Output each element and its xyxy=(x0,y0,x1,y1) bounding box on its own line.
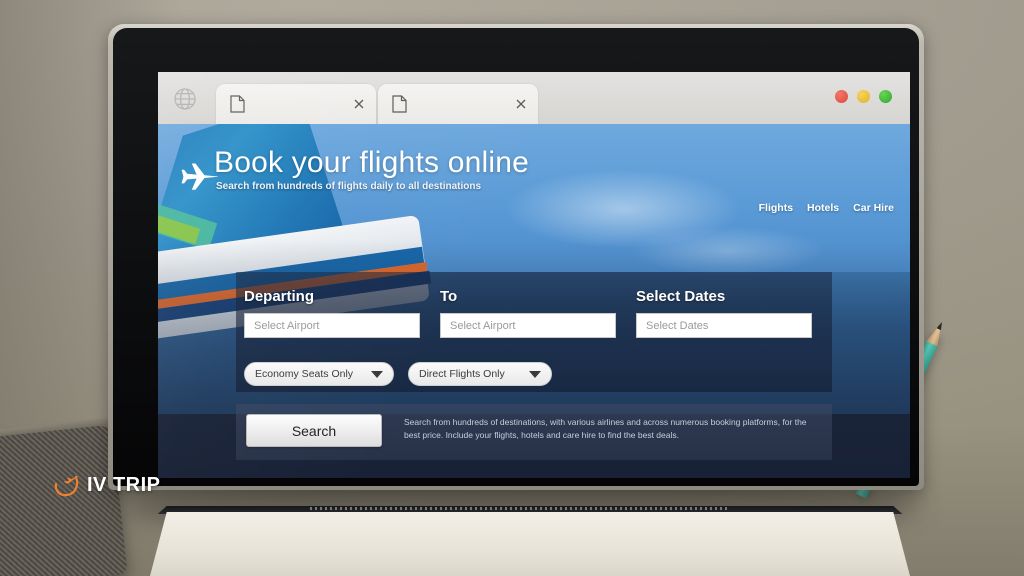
field-group-departing: Departing xyxy=(244,288,420,338)
document-icon xyxy=(392,95,407,113)
cabin-class-value: Economy Seats Only xyxy=(255,368,354,380)
document-icon xyxy=(230,95,245,113)
cabin-class-select[interactable]: Economy Seats Only xyxy=(244,362,394,386)
departing-label: Departing xyxy=(244,288,315,305)
scene: Book your flights online Search from hun… xyxy=(0,0,1024,576)
search-form: Departing To Select Dates Economy Seats … xyxy=(236,272,832,392)
departing-input[interactable] xyxy=(244,313,420,338)
chevron-down-icon xyxy=(529,370,541,378)
search-description: Search from hundreds of destinations, wi… xyxy=(404,417,807,441)
main-nav: Flights Hotels Car Hire xyxy=(759,202,894,214)
nav-link-flights[interactable]: Flights xyxy=(759,202,793,214)
page-title: Book your flights online xyxy=(214,146,529,179)
nav-link-car-hire[interactable]: Car Hire xyxy=(853,202,894,214)
browser-chrome xyxy=(158,72,910,124)
browser-tab-1[interactable] xyxy=(216,84,376,124)
to-input[interactable] xyxy=(440,313,616,338)
close-icon[interactable] xyxy=(352,97,366,111)
tab-strip xyxy=(216,84,538,124)
laptop-base xyxy=(150,512,910,576)
search-button[interactable]: Search xyxy=(246,414,382,447)
chevron-down-icon xyxy=(371,370,383,378)
close-icon[interactable] xyxy=(514,97,528,111)
browser-tab-2[interactable] xyxy=(378,84,538,124)
to-label: To xyxy=(440,288,458,305)
select-dates-label: Select Dates xyxy=(636,288,726,305)
window-minimize-button[interactable] xyxy=(857,90,870,103)
globe-icon[interactable] xyxy=(172,86,198,112)
webpage-body: Book your flights online Search from hun… xyxy=(158,124,910,478)
direct-flights-select[interactable]: Direct Flights Only xyxy=(408,362,552,386)
nav-link-hotels[interactable]: Hotels xyxy=(807,202,839,214)
window-close-button[interactable] xyxy=(835,90,848,103)
search-action-bar: Search Search from hundreds of destinati… xyxy=(236,404,832,460)
direct-flights-value: Direct Flights Only xyxy=(419,368,505,380)
laptop-speaker-grille xyxy=(310,507,730,510)
window-maximize-button[interactable] xyxy=(879,90,892,103)
field-group-dates: Select Dates xyxy=(636,288,812,338)
watermark: IV TRIP xyxy=(52,470,161,500)
field-group-to: To xyxy=(440,288,616,338)
page-subtitle: Search from hundreds of flights daily to… xyxy=(216,181,482,192)
airplane-swoosh-icon xyxy=(52,470,82,500)
window-controls xyxy=(835,90,892,103)
watermark-text: IV TRIP xyxy=(87,473,161,496)
select-dates-input[interactable] xyxy=(636,313,812,338)
laptop-screen: Book your flights online Search from hun… xyxy=(158,72,910,478)
